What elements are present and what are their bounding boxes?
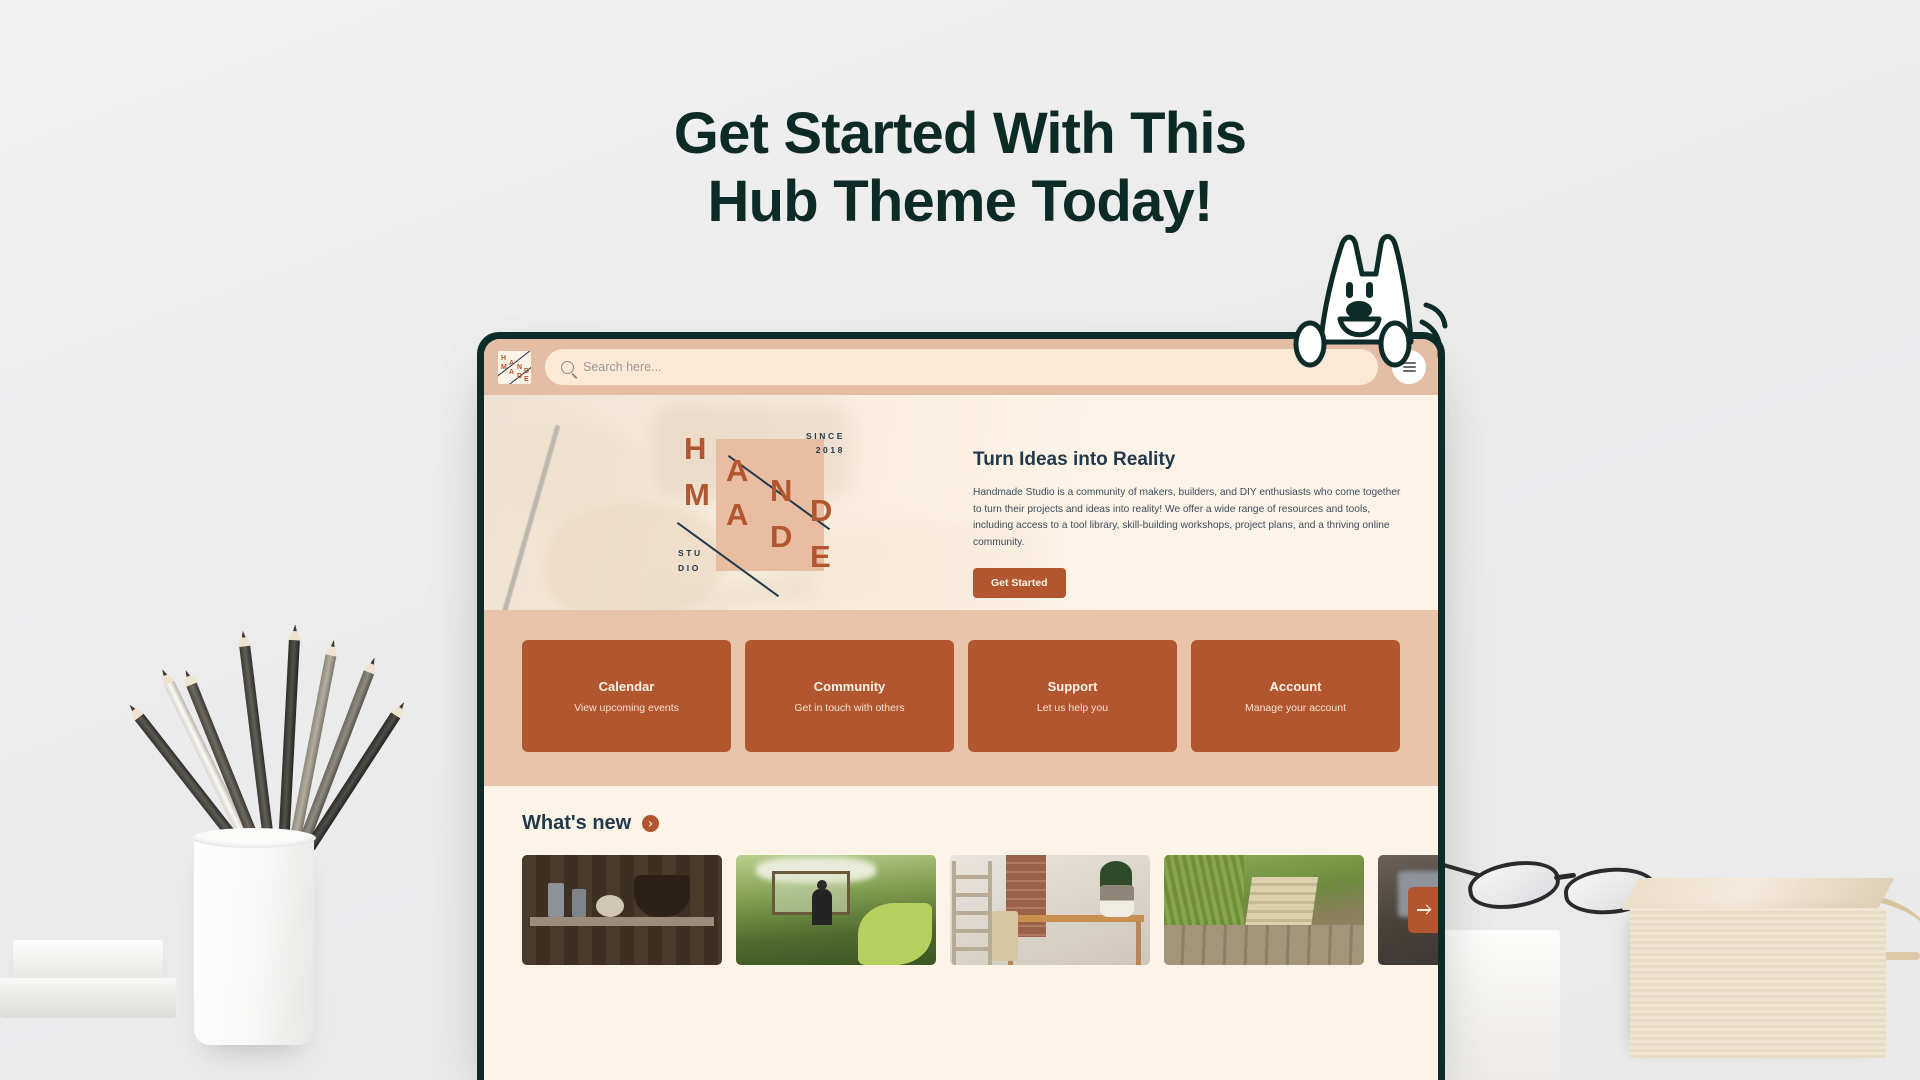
logo-letter: A bbox=[509, 368, 515, 376]
wire-prop bbox=[1730, 890, 1920, 950]
browser-screen: H M A A N D D E Search here... H A N D M… bbox=[484, 339, 1438, 1080]
logo-letter: A bbox=[509, 359, 515, 367]
page-root: Get Started With This Hub Theme Today! H… bbox=[0, 0, 1920, 1080]
whats-new-title: What's new bbox=[522, 812, 632, 834]
wire-prop bbox=[1690, 952, 1920, 960]
laptop-device: H M A A N D D E Search here... H A N D M… bbox=[477, 332, 1445, 1080]
search-icon bbox=[561, 360, 574, 374]
card-title: Calendar bbox=[598, 678, 655, 694]
hero-banner: H A N D M A D E SINCE 2018 STU DIO Turn … bbox=[484, 395, 1438, 610]
brandmark-letter: E bbox=[810, 539, 831, 574]
search-input[interactable]: Search here... bbox=[545, 349, 1378, 385]
pencil-icon bbox=[163, 679, 255, 851]
logo-letter: D bbox=[524, 367, 530, 375]
pencil-icon bbox=[239, 644, 275, 849]
book-stack bbox=[0, 978, 176, 1018]
brandmark-letter: D bbox=[810, 493, 833, 528]
search-placeholder: Search here... bbox=[583, 360, 662, 374]
book-stack bbox=[13, 940, 163, 984]
quick-link-calendar[interactable]: Calendar View upcoming events bbox=[522, 640, 731, 752]
logo-letter: D bbox=[517, 372, 523, 380]
list-item[interactable] bbox=[522, 855, 722, 965]
quick-links-row: Calendar View upcoming events Community … bbox=[522, 640, 1400, 752]
hero-body: Handmade Studio is a community of makers… bbox=[973, 487, 1401, 548]
card-subtitle: Get in touch with others bbox=[794, 701, 905, 714]
pencil-icon bbox=[296, 669, 374, 850]
studio-line-1: STU bbox=[678, 548, 703, 559]
quick-links-section: Calendar View upcoming events Community … bbox=[484, 610, 1438, 786]
brandmark-letter: A bbox=[726, 453, 749, 488]
brandmark-studio: STU DIO bbox=[678, 546, 703, 575]
brandmark-letter: D bbox=[770, 519, 793, 554]
hero-copy: Turn Ideas into Reality Handmade Studio … bbox=[973, 449, 1403, 599]
handmade-studio-logo[interactable]: H M A A N D D E bbox=[498, 350, 531, 384]
quick-link-account[interactable]: Account Manage your account bbox=[1191, 640, 1400, 752]
hero-title: Turn Ideas into Reality bbox=[973, 449, 1176, 470]
whats-new-carousel[interactable] bbox=[484, 855, 1438, 965]
brandmark-letter: H bbox=[684, 431, 707, 466]
pencil-icon bbox=[288, 653, 337, 850]
list-item[interactable] bbox=[1164, 855, 1364, 965]
whats-new-header: What's new bbox=[484, 812, 1438, 855]
brandmark-since: SINCE 2018 bbox=[806, 429, 845, 458]
arrow-right-icon bbox=[1416, 909, 1430, 911]
handmade-studio-brandmark: H A N D M A D E SINCE 2018 STU DIO bbox=[674, 417, 849, 598]
brandmark-letter: N bbox=[770, 473, 793, 508]
card-title: Community bbox=[813, 678, 886, 694]
studio-line-2: DIO bbox=[678, 562, 701, 573]
headline-line-2: Hub Theme Today! bbox=[707, 169, 1214, 235]
quick-link-support[interactable]: Support Let us help you bbox=[968, 640, 1177, 752]
bunny-mascot bbox=[1280, 222, 1465, 372]
headline-line-1: Get Started With This bbox=[673, 101, 1247, 166]
since-line-1: SINCE bbox=[806, 431, 845, 441]
card-subtitle: Let us help you bbox=[1036, 701, 1109, 714]
chevron-right-circle-icon[interactable] bbox=[642, 815, 660, 832]
card-subtitle: View upcoming events bbox=[574, 701, 679, 714]
get-started-button[interactable]: Get Started bbox=[973, 568, 1066, 599]
logo-letter: H bbox=[501, 354, 507, 362]
quick-link-community[interactable]: Community Get in touch with others bbox=[745, 640, 954, 752]
whats-new-section: What's new bbox=[484, 786, 1438, 965]
list-item[interactable] bbox=[736, 855, 936, 965]
brandmark-letter: M bbox=[684, 477, 710, 512]
logo-letter: N bbox=[517, 363, 523, 371]
card-title: Support bbox=[1047, 678, 1098, 694]
logo-letter: M bbox=[501, 363, 507, 371]
cup-body bbox=[192, 828, 316, 1045]
since-line-2: 2018 bbox=[815, 445, 845, 456]
pencil-cup bbox=[0, 638, 388, 1080]
pencil-icon bbox=[186, 681, 263, 851]
carousel-next-button[interactable] bbox=[1408, 887, 1438, 933]
pencil-icon bbox=[304, 711, 401, 851]
page-title: Get Started With This Hub Theme Today! bbox=[0, 100, 1920, 237]
card-subtitle: Manage your account bbox=[1245, 701, 1346, 714]
brandmark-letter: A bbox=[726, 497, 749, 532]
pencil-icon bbox=[134, 712, 246, 852]
paper-sheet bbox=[1440, 930, 1560, 1080]
list-item[interactable] bbox=[950, 855, 1150, 965]
pencil-icon bbox=[278, 638, 300, 849]
card-title: Account bbox=[1269, 678, 1322, 694]
logo-letter: E bbox=[524, 375, 529, 383]
